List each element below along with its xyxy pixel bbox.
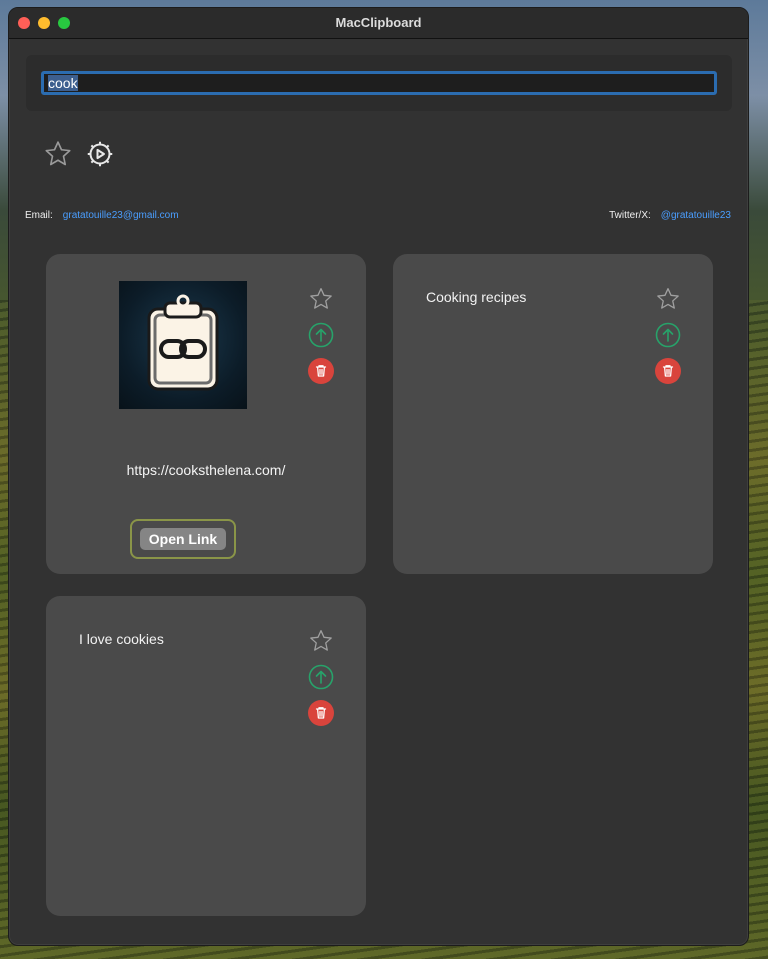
clipboard-card-link[interactable]: https://cooksthelena.com/ Open Link [46, 254, 366, 574]
app-window: MacClipboard cook Email: gratatouille23@g… [8, 7, 749, 946]
copy-button[interactable] [655, 322, 681, 348]
open-link-button[interactable]: Open Link [140, 528, 226, 550]
delete-button[interactable] [655, 358, 681, 384]
trash-icon [308, 700, 334, 726]
favorite-button[interactable] [308, 286, 334, 312]
search-input[interactable]: cook [41, 71, 717, 95]
link-thumbnail [119, 281, 247, 409]
clip-text: I love cookies [79, 631, 164, 647]
trash-icon [308, 358, 334, 384]
favorite-button[interactable] [655, 286, 681, 312]
clipboard-link-icon [147, 294, 219, 391]
clip-text: Cooking recipes [426, 289, 527, 305]
gear-play-icon [87, 141, 113, 167]
star-icon [45, 141, 71, 166]
twitter-link[interactable]: @gratatouille23 [661, 210, 731, 221]
copy-button[interactable] [308, 322, 334, 348]
window-title: MacClipboard [335, 15, 422, 30]
search-input-value: cook [48, 75, 78, 91]
trash-icon [655, 358, 681, 384]
search-panel: cook [26, 55, 732, 111]
favorite-button[interactable] [308, 628, 334, 654]
email-link[interactable]: gratatouille23@gmail.com [63, 210, 179, 221]
clipboard-card-text[interactable]: Cooking recipes [393, 254, 713, 574]
email-contact: Email: gratatouille23@gmail.com [25, 210, 179, 221]
arrow-up-circle-icon [308, 664, 334, 690]
link-url: https://cooksthelena.com/ [126, 462, 286, 478]
delete-button[interactable] [308, 358, 334, 384]
email-label: Email: [25, 210, 53, 221]
star-icon [657, 288, 679, 309]
open-link-focus-ring: Open Link [130, 519, 236, 559]
twitter-contact: Twitter/X: @gratatouille23 [609, 210, 731, 221]
arrow-up-circle-icon [655, 322, 681, 348]
star-icon [310, 288, 332, 309]
star-icon [310, 630, 332, 651]
settings-button[interactable] [85, 139, 115, 169]
arrow-up-circle-icon [308, 322, 334, 348]
clipboard-card-text[interactable]: I love cookies [46, 596, 366, 916]
delete-button[interactable] [308, 700, 334, 726]
favorites-filter-button[interactable] [43, 139, 73, 169]
title-bar[interactable]: MacClipboard [9, 8, 748, 39]
twitter-label: Twitter/X: [609, 210, 651, 221]
copy-button[interactable] [308, 664, 334, 690]
